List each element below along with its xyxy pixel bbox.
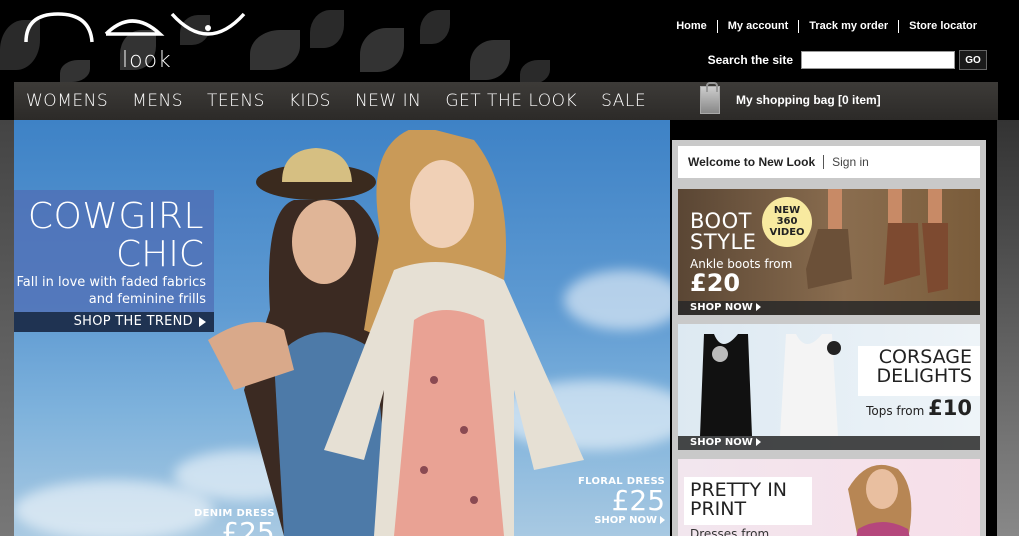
- print-title-box: PRETTY IN PRINT: [684, 477, 812, 525]
- right-panel: Welcome to New Look Sign in BOOT STYLE NE…: [672, 140, 986, 536]
- badge-line3: VIDEO: [769, 227, 805, 238]
- corsage-title: CORSAGE DELIGHTS: [876, 348, 972, 386]
- promo-description: Fall in love with faded fabrics and femi…: [16, 275, 206, 307]
- right-gutter: [997, 120, 1019, 536]
- boot-style-title: BOOT STYLE: [690, 211, 756, 253]
- main-nav: WOMENS MENS TEENS KIDS NEW IN GET THE LO…: [14, 82, 998, 120]
- boots-image: [806, 189, 948, 293]
- boot-shop-now-label: SHOP NOW: [690, 302, 753, 313]
- corsage-price-prefix: Tops from: [866, 404, 925, 418]
- shop-the-trend-label: SHOP THE TREND: [73, 314, 193, 329]
- badge-line1: NEW: [773, 205, 801, 216]
- floral-dress-price: £25: [611, 484, 666, 517]
- corsage-title-line2: DELIGHTS: [876, 365, 972, 387]
- home-link[interactable]: Home: [666, 20, 717, 33]
- print-title-line2: PRINT: [690, 498, 747, 520]
- corsage-shop-now-label: SHOP NOW: [690, 437, 753, 448]
- boot-price: £20: [690, 269, 741, 297]
- pretty-in-print-card[interactable]: PRETTY IN PRINT Dresses from: [678, 459, 980, 536]
- corsage-shop-now-button[interactable]: SHOP NOW: [678, 436, 980, 450]
- nav-new-in[interactable]: NEW IN: [343, 91, 433, 111]
- search-go-button[interactable]: GO: [959, 50, 987, 70]
- welcome-text: Welcome to New Look: [688, 155, 825, 169]
- arrow-right-icon: [755, 303, 761, 311]
- badge-line2: 360: [776, 216, 798, 227]
- swimwear-model-image: [848, 465, 912, 536]
- promo-title-line2: CHIC: [116, 234, 204, 275]
- welcome-bar: Welcome to New Look Sign in: [678, 146, 980, 178]
- floral-dress-label[interactable]: FLORAL DRESS £25 SHOP NOW: [578, 476, 666, 526]
- nav-kids[interactable]: KIDS: [277, 91, 343, 111]
- nav-teens[interactable]: TEENS: [195, 91, 277, 111]
- print-subtitle: Dresses from: [690, 527, 770, 536]
- floral-dress-shop-now[interactable]: SHOP NOW: [578, 515, 666, 526]
- nav-sale[interactable]: SALE: [589, 91, 658, 111]
- tops-image: [700, 334, 841, 436]
- corsage-price-value: £10: [928, 396, 972, 420]
- boot-title-line2: STYLE: [690, 230, 757, 254]
- arrow-right-icon: [660, 516, 666, 524]
- shopping-bag-label: My shopping bag [0 item]: [736, 93, 881, 107]
- arrow-right-icon: [199, 316, 206, 327]
- corsage-delights-card[interactable]: CORSAGE DELIGHTS Tops from £10 SHOP NOW: [678, 324, 980, 450]
- corsage-title-box: CORSAGE DELIGHTS: [858, 346, 980, 396]
- new-360-video-badge[interactable]: NEW 360 VIDEO: [762, 197, 812, 247]
- cowgirl-chic-promo[interactable]: COWGIRL CHIC Fall in love with faded fab…: [14, 190, 214, 330]
- hero-models-image: [208, 130, 584, 536]
- shopping-bag-icon: [700, 82, 720, 114]
- store-locator-link[interactable]: Store locator: [898, 20, 987, 33]
- denim-dress-price: £25: [221, 516, 275, 536]
- floral-shop-now-label: SHOP NOW: [594, 515, 658, 526]
- hero-banner[interactable]: COWGIRL CHIC Fall in love with faded fab…: [14, 120, 670, 536]
- shopping-bag[interactable]: My shopping bag [0 item]: [700, 82, 881, 114]
- top-links: Home My account Track my order Store loc…: [666, 20, 987, 33]
- search-input[interactable]: [801, 51, 955, 69]
- denim-dress-label[interactable]: DENIM DRESS £25: [194, 508, 275, 536]
- nav-get-the-look[interactable]: GET THE LOOK: [433, 91, 589, 111]
- promo-title-line1: COWGIRL: [27, 196, 204, 237]
- corsage-price: Tops from £10: [866, 396, 972, 420]
- search-bar: Search the site GO: [708, 50, 987, 70]
- left-gutter: [0, 120, 14, 536]
- print-title: PRETTY IN PRINT: [690, 481, 787, 519]
- track-order-link[interactable]: Track my order: [798, 20, 898, 33]
- nav-womens[interactable]: WOMENS: [14, 91, 120, 111]
- new-look-logo[interactable]: look: [22, 10, 248, 73]
- search-label: Search the site: [707, 53, 793, 67]
- sign-in-link[interactable]: Sign in: [824, 155, 869, 169]
- boot-style-card[interactable]: BOOT STYLE NEW 360 VIDEO Ankle boots from £…: [678, 189, 980, 315]
- boot-shop-now-button[interactable]: SHOP NOW: [678, 301, 980, 315]
- shop-the-trend-button[interactable]: SHOP THE TREND: [14, 312, 214, 332]
- arrow-right-icon: [755, 438, 761, 446]
- logo-sub: look: [122, 48, 172, 73]
- nav-mens[interactable]: MENS: [120, 91, 195, 111]
- my-account-link[interactable]: My account: [716, 20, 799, 33]
